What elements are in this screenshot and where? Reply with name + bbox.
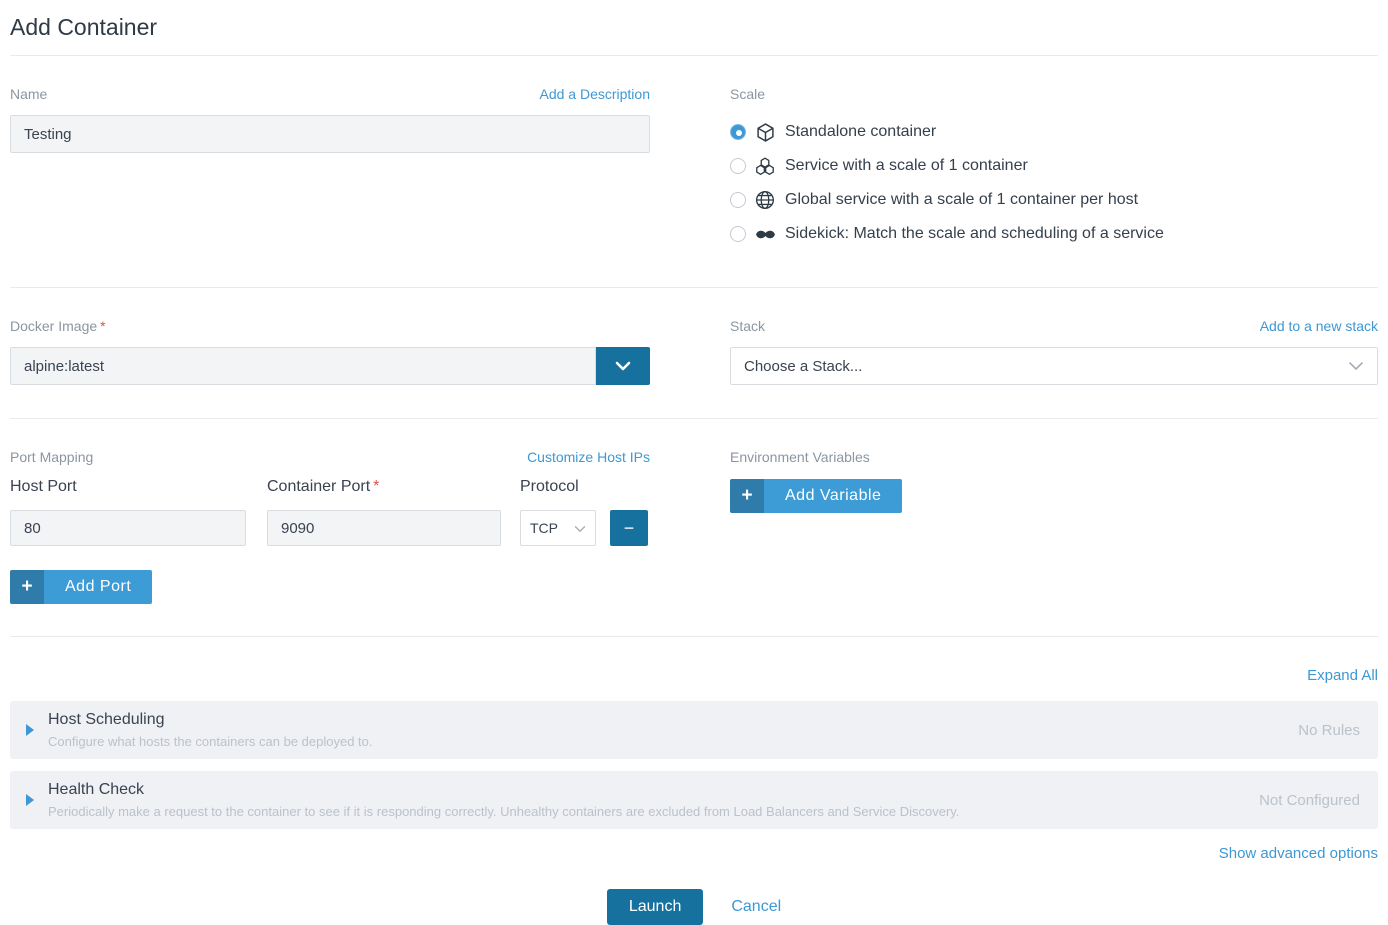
stack-select[interactable]: Choose a Stack...: [730, 347, 1378, 385]
globe-icon: [754, 189, 776, 211]
ports-env-section: Port Mapping Customize Host IPs Host Por…: [10, 419, 1378, 636]
scale-options: Standalone container Service with a scal…: [730, 115, 1378, 251]
add-variable-button-label: Add Variable: [764, 479, 902, 513]
service-icon: [754, 155, 776, 177]
host-port-label: Host Port: [10, 478, 246, 496]
plus-icon: +: [730, 479, 764, 513]
radio-label: Standalone container: [785, 123, 936, 141]
advanced-sections: Expand All Host Scheduling Configure wha…: [10, 667, 1378, 863]
remove-port-button[interactable]: −: [610, 510, 648, 546]
environment-variables-label: Environment Variables: [730, 449, 870, 465]
add-description-link[interactable]: Add a Description: [539, 86, 650, 102]
name-input[interactable]: [10, 115, 650, 153]
port-mapping-row: Host Port Container Port* Protocol TCP: [10, 478, 650, 546]
chevron-down-icon: [615, 359, 631, 374]
host-port-input[interactable]: [10, 510, 246, 546]
radio-button[interactable]: [730, 124, 746, 140]
mask-icon: [754, 223, 776, 245]
radio-label: Service with a scale of 1 container: [785, 157, 1028, 175]
accordion-status: Not Configured: [1259, 792, 1360, 809]
radio-label: Sidekick: Match the scale and scheduling…: [785, 225, 1164, 243]
stack-select-value: Choose a Stack...: [744, 358, 862, 375]
name-label: Name: [10, 86, 47, 102]
radio-service[interactable]: Service with a scale of 1 container: [730, 149, 1378, 183]
stack-label: Stack: [730, 318, 765, 334]
form-footer: Launch Cancel: [10, 889, 1378, 925]
name-scale-section: Name Add a Description Scale: [10, 56, 1378, 287]
protocol-label: Protocol: [520, 478, 596, 496]
cube-icon: [754, 121, 776, 143]
radio-standalone-container[interactable]: Standalone container: [730, 115, 1378, 149]
radio-button[interactable]: [730, 226, 746, 242]
expand-all-link[interactable]: Expand All: [1307, 667, 1378, 684]
image-dropdown-button[interactable]: [596, 347, 650, 385]
chevron-down-icon: [574, 520, 586, 536]
docker-image-label: Docker Image*: [10, 318, 106, 334]
show-advanced-options-link[interactable]: Show advanced options: [1219, 845, 1378, 862]
radio-label: Global service with a scale of 1 contain…: [785, 191, 1138, 209]
accordion-host-scheduling[interactable]: Host Scheduling Configure what hosts the…: [10, 701, 1378, 759]
required-asterisk: *: [373, 478, 379, 495]
add-variable-button[interactable]: + Add Variable: [730, 479, 902, 513]
page-title: Add Container: [10, 14, 1378, 41]
radio-button[interactable]: [730, 192, 746, 208]
radio-button[interactable]: [730, 158, 746, 174]
add-port-button[interactable]: + Add Port: [10, 570, 152, 604]
accordion-description: Periodically make a request to the conta…: [48, 804, 1239, 819]
accordion-status: No Rules: [1298, 722, 1360, 739]
protocol-select-value: TCP: [530, 520, 558, 536]
accordion-health-check[interactable]: Health Check Periodically make a request…: [10, 771, 1378, 829]
container-port-input[interactable]: [267, 510, 501, 546]
minus-icon: −: [624, 519, 635, 537]
image-stack-section: Docker Image* Stack Add to a new stack: [10, 288, 1378, 418]
customize-host-ips-link[interactable]: Customize Host IPs: [527, 449, 650, 465]
caret-right-icon: [26, 724, 34, 736]
radio-sidekick[interactable]: Sidekick: Match the scale and scheduling…: [730, 217, 1378, 251]
add-new-stack-link[interactable]: Add to a new stack: [1260, 318, 1378, 334]
accordion-title: Host Scheduling: [48, 711, 1278, 729]
protocol-select[interactable]: TCP: [520, 510, 596, 546]
chevron-down-icon: [1348, 358, 1364, 375]
radio-global-service[interactable]: Global service with a scale of 1 contain…: [730, 183, 1378, 217]
launch-button[interactable]: Launch: [607, 889, 704, 925]
required-asterisk: *: [100, 318, 105, 334]
add-port-button-label: Add Port: [44, 570, 152, 604]
accordion-description: Configure what hosts the containers can …: [48, 734, 1278, 749]
port-mapping-label: Port Mapping: [10, 449, 93, 465]
container-port-label: Container Port*: [267, 478, 501, 496]
accordion-title: Health Check: [48, 781, 1239, 799]
plus-icon: +: [10, 570, 44, 604]
divider-3: [10, 636, 1378, 637]
add-container-form: Add Container Name Add a Description Sca…: [0, 0, 1388, 925]
docker-image-input[interactable]: [10, 347, 596, 385]
cancel-button[interactable]: Cancel: [731, 898, 781, 916]
scale-label: Scale: [730, 86, 765, 102]
caret-right-icon: [26, 794, 34, 806]
